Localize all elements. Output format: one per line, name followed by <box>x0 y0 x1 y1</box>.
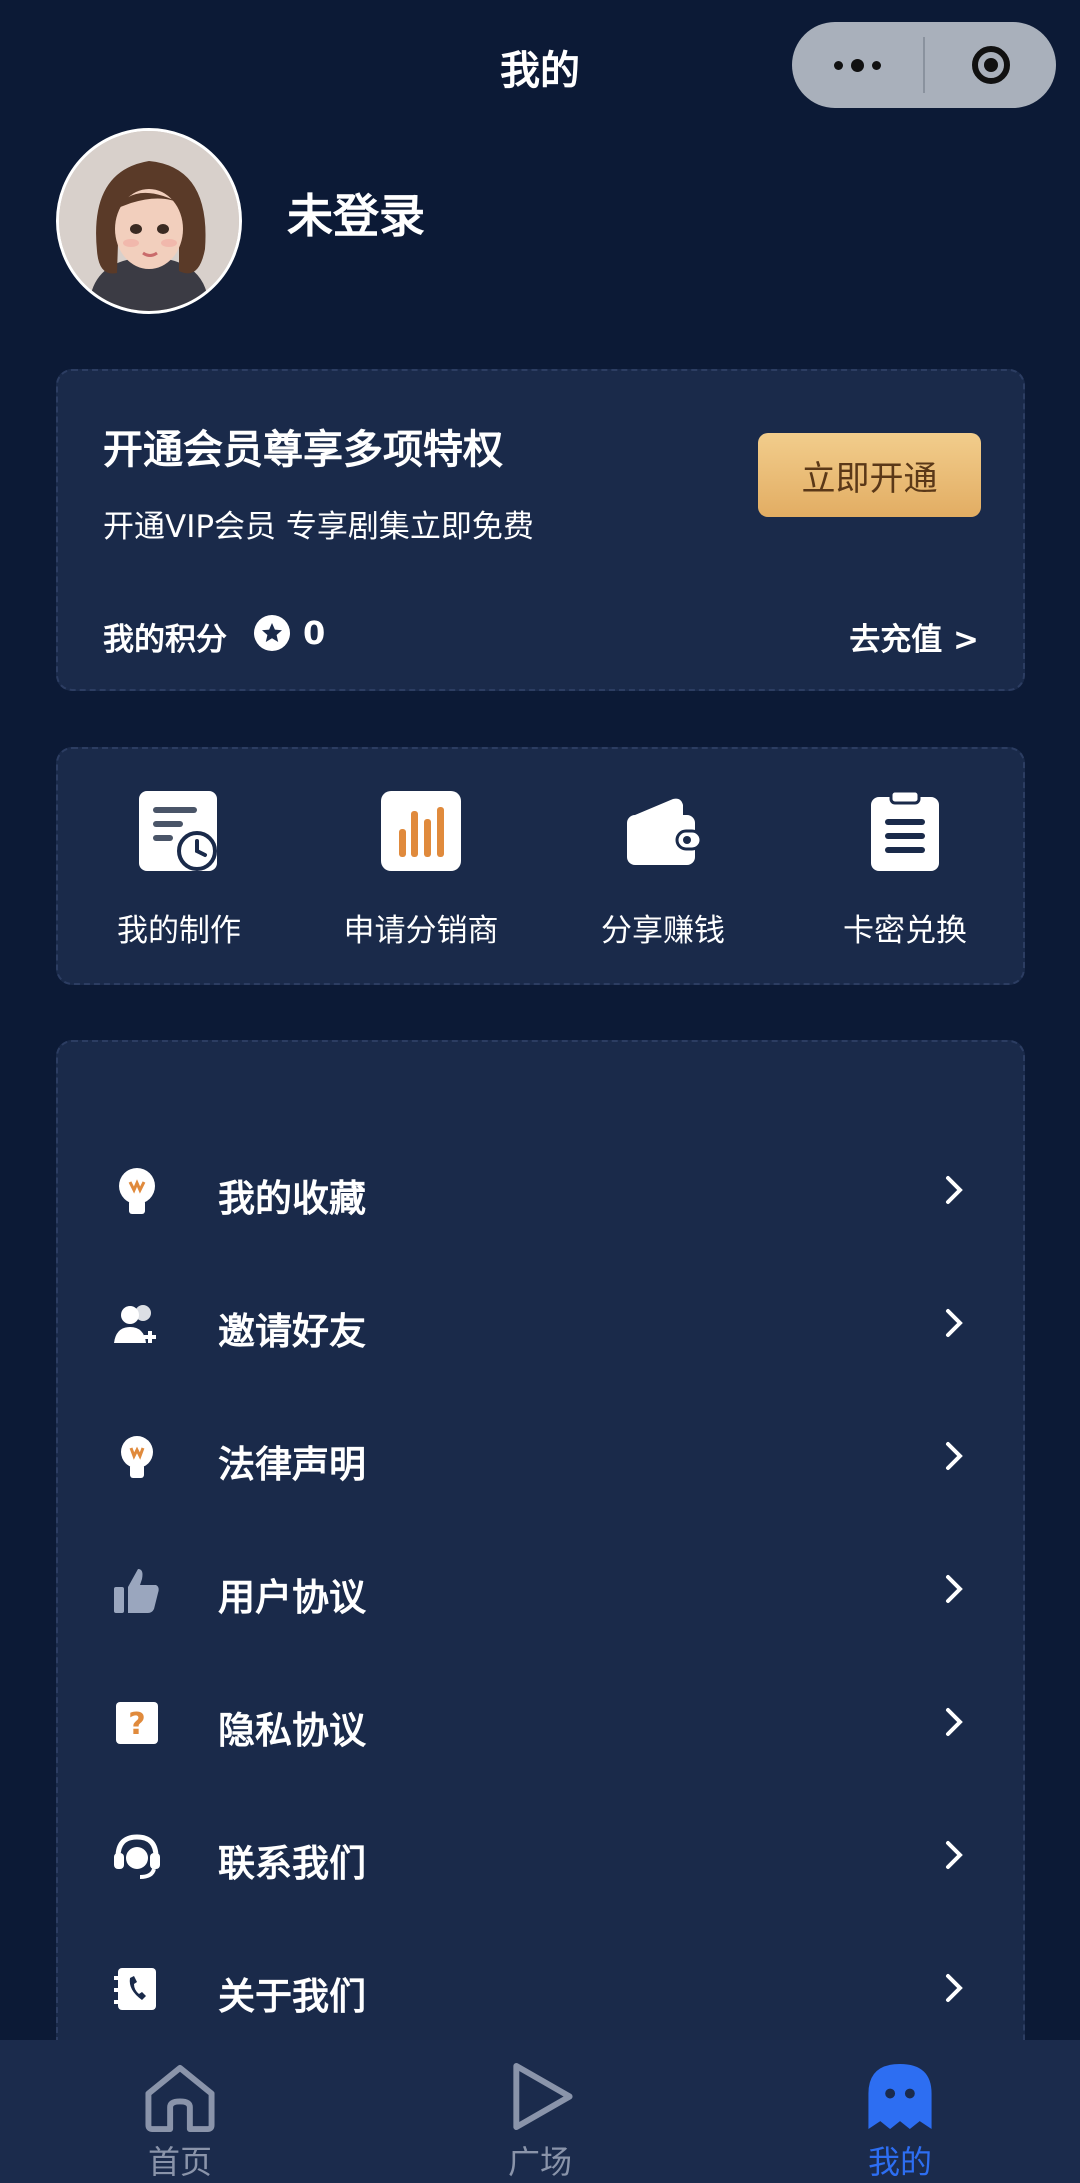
open-vip-button[interactable]: 立即开通 <box>758 433 981 517</box>
menu-label: 隐私协议 <box>218 1709 366 1752</box>
phone-book-icon <box>114 1968 156 2010</box>
points-label: 我的积分 <box>103 622 227 658</box>
menu-item-legal-notice[interactable]: 法律声明 <box>58 1390 1023 1523</box>
menu-item-privacy-policy[interactable]: ? 隐私协议 <box>58 1656 1023 1789</box>
chevron-right-icon <box>946 1708 963 1736</box>
more-dots-icon <box>834 58 881 72</box>
menu-card: 我的收藏 邀请好友 法律声明 用户协议 ? 隐私协议 联系我们 关于我们 <box>56 1040 1025 2040</box>
target-icon <box>971 46 1010 84</box>
star-icon <box>254 615 290 651</box>
quick-action-label: 分享赚钱 <box>601 913 725 949</box>
vip-title: 开通会员尊享多项特权 <box>103 427 503 473</box>
tab-square[interactable]: 广场 <box>440 2040 640 2183</box>
more-button[interactable] <box>792 22 923 108</box>
quick-action-label: 卡密兑换 <box>843 913 967 949</box>
svg-text:?: ? <box>128 1707 145 1742</box>
menu-label: 用户协议 <box>218 1576 366 1619</box>
bottom-tab-bar: 首页 广场 我的 <box>0 2040 1080 2183</box>
tab-home[interactable]: 首页 <box>80 2040 280 2183</box>
close-button[interactable] <box>925 22 1056 108</box>
lightbulb-icon <box>119 1168 155 1214</box>
question-icon: ? <box>116 1702 158 1744</box>
chevron-right-icon <box>946 1176 963 1204</box>
quick-action-share-earn[interactable]: 分享赚钱 <box>542 789 784 959</box>
mini-program-capsule <box>792 22 1056 108</box>
chevron-right-icon <box>946 1841 963 1869</box>
tab-label: 我的 <box>867 2143 932 2181</box>
tab-label: 广场 <box>507 2143 572 2181</box>
bar-chart-icon <box>381 791 461 871</box>
recharge-link[interactable]: 去充值 > <box>849 614 979 659</box>
username[interactable]: 未登录 <box>287 180 425 246</box>
quick-action-card-redeem[interactable]: 卡密兑换 <box>784 789 1026 959</box>
chevron-right-icon <box>946 1575 963 1603</box>
vip-card: 开通会员尊享多项特权 开通VIP会员 专享剧集立即免费 立即开通 我的积分 0 … <box>56 369 1025 691</box>
lightbulb-icon <box>121 1436 153 1478</box>
menu-item-contact-us[interactable]: 联系我们 <box>58 1789 1023 1922</box>
wallet-icon <box>627 798 703 865</box>
chevron-right-icon <box>946 1974 963 2002</box>
quick-actions-card: 我的制作 申请分销商 分享赚钱 卡密兑换 <box>56 747 1025 985</box>
chevron-right-icon <box>946 1442 963 1470</box>
menu-item-about-us[interactable]: 关于我们 <box>58 1922 1023 2055</box>
menu-item-favorites[interactable]: 我的收藏 <box>58 1124 1023 1257</box>
home-icon <box>145 2064 215 2133</box>
play-icon <box>513 2062 573 2131</box>
clipboard-icon <box>871 789 939 871</box>
menu-item-invite-friends[interactable]: 邀请好友 <box>58 1257 1023 1390</box>
tab-label: 首页 <box>147 2143 212 2181</box>
thumbs-up-icon <box>114 1569 159 1613</box>
quick-action-label: 我的制作 <box>117 913 241 949</box>
chevron-right-icon <box>946 1309 963 1337</box>
vip-subtitle: 开通VIP会员 专享剧集立即免费 <box>103 509 534 545</box>
menu-item-user-agreement[interactable]: 用户协议 <box>58 1523 1023 1656</box>
headset-icon <box>114 1834 160 1879</box>
quick-action-apply-distributor[interactable]: 申请分销商 <box>300 789 542 959</box>
add-friend-icon <box>114 1305 156 1343</box>
menu-label: 关于我们 <box>218 1975 366 2018</box>
avatar-illustration-icon <box>59 131 239 311</box>
menu-label: 联系我们 <box>218 1842 366 1885</box>
quick-action-my-creations[interactable]: 我的制作 <box>58 789 300 959</box>
avatar[interactable] <box>56 128 242 314</box>
document-clock-icon <box>139 791 217 871</box>
menu-label: 我的收藏 <box>218 1177 366 1220</box>
tab-mine[interactable]: 我的 <box>800 2040 1000 2183</box>
quick-action-label: 申请分销商 <box>343 913 499 949</box>
points-value: 0 <box>303 614 326 652</box>
menu-label: 法律声明 <box>218 1443 366 1486</box>
ghost-icon <box>868 2063 932 2130</box>
menu-label: 邀请好友 <box>218 1310 366 1353</box>
